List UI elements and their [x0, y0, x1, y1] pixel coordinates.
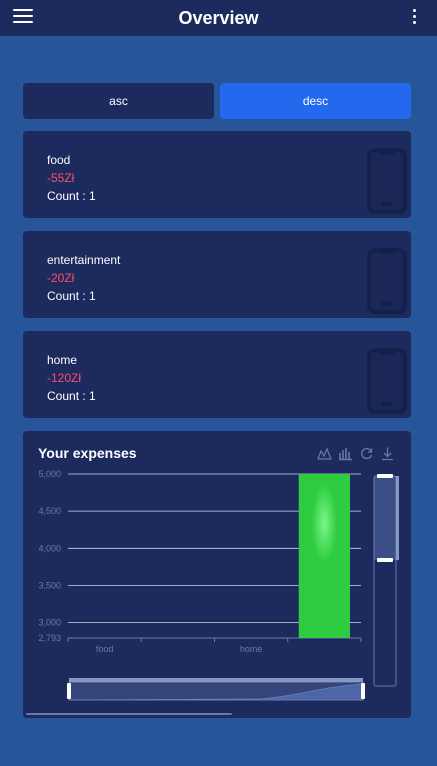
expense-card-text: home -120Zł Count : 1 [47, 351, 96, 405]
smartphone-icon [367, 248, 407, 314]
x-zoom-bar[interactable] [69, 678, 363, 682]
y-zoom-handle-bottom[interactable] [377, 558, 393, 562]
expense-category: food [47, 153, 71, 167]
y-tick-label: 3,500 [38, 580, 61, 590]
sort-desc-button[interactable]: desc [220, 83, 411, 119]
y-tick-label: 5,000 [38, 469, 61, 479]
sort-toggle-group: asc desc [23, 83, 411, 119]
y-tick-label: 3,000 [38, 618, 61, 628]
smartphone-icon [367, 148, 407, 214]
y-tick-label: 4,500 [38, 506, 61, 516]
expenses-bar-chart: 2,793 3,000 3,500 4,000 4,500 5,000 food home [38, 469, 399, 701]
y-zoom-handle-top[interactable] [377, 474, 393, 478]
expense-card-text: food -55Zł Count : 1 [47, 151, 96, 205]
y-tick-label: 4,000 [38, 543, 61, 553]
bar-4[interactable] [298, 474, 351, 638]
x-tick-label: food [96, 644, 114, 654]
x-tick-label: home [240, 644, 263, 654]
y-zoom-window[interactable] [374, 476, 396, 560]
expense-count: Count : 1 [47, 389, 96, 403]
expense-count: Count : 1 [47, 289, 96, 303]
expense-category: entertainment [47, 253, 121, 267]
x-zoom-window[interactable] [69, 682, 363, 700]
expenses-chart-card: Your expenses 2,793 3,000 3,500 4,000 4,500 5… [23, 431, 411, 718]
expense-card[interactable]: entertainment -20Zł Count : 1 [23, 231, 411, 318]
y-tick-label: 2,793 [38, 633, 61, 643]
smartphone-icon [367, 348, 407, 414]
expense-amount: -120Zł [47, 371, 82, 385]
expense-category: home [47, 353, 78, 367]
x-zoom-handle-left[interactable] [67, 683, 71, 699]
y-zoom-bar[interactable] [396, 476, 399, 560]
expense-amount: -20Zł [47, 271, 75, 285]
sort-asc-button[interactable]: asc [23, 83, 214, 119]
horizontal-scrollbar[interactable] [26, 713, 232, 715]
page-title: Overview [178, 8, 259, 28]
app-bar: Overview [0, 0, 437, 36]
x-zoom-handle-right[interactable] [361, 683, 365, 699]
more-vertical-icon[interactable] [411, 9, 417, 27]
expense-card[interactable]: home -120Zł Count : 1 [23, 331, 411, 418]
expense-count: Count : 1 [47, 189, 96, 203]
expense-card[interactable]: food -55Zł Count : 1 [23, 131, 411, 218]
expense-amount: -55Zł [47, 171, 75, 185]
expense-card-text: entertainment -20Zł Count : 1 [47, 251, 120, 305]
